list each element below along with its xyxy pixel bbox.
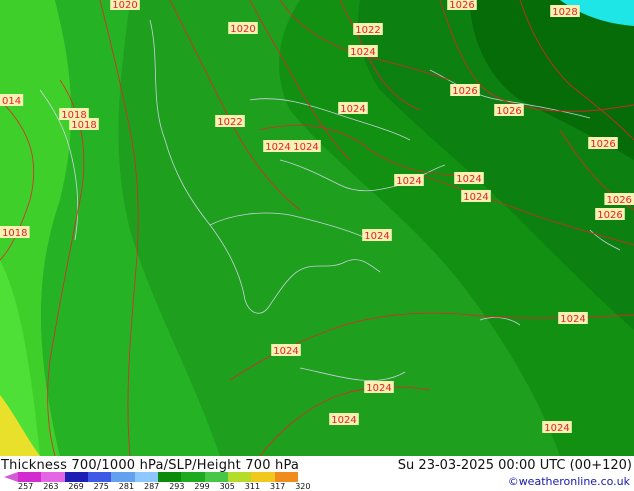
isobar-label-text: 1026	[597, 210, 622, 221]
isobar-label-text: 1026	[590, 139, 615, 150]
isobar-label: 1024	[542, 421, 572, 434]
isobar-label-text: 1024	[350, 47, 375, 58]
isobar-label-text: 014	[2, 96, 21, 107]
isobar-label-text: 1026	[606, 195, 631, 206]
isobar-label-text: 1018	[2, 228, 27, 239]
isobar-label: 1024	[394, 174, 424, 187]
isobar-label-text: 1024	[560, 314, 585, 325]
isobar-label: 1024	[461, 190, 491, 203]
colorbar-arrow	[4, 472, 18, 482]
colorbar-swatch	[251, 472, 275, 482]
isobar-label: 1024	[348, 45, 378, 58]
colorbar-swatch	[157, 472, 182, 482]
isobar-label: 1018	[69, 118, 99, 131]
colorbar-swatch	[227, 472, 252, 482]
weather-map: 1020 1020 1022 1024 1026 1028 014 1018 1018 1022 1…	[0, 0, 634, 456]
isobar-label-text: 1020	[230, 24, 255, 35]
colorbar-swatch	[41, 472, 65, 482]
colorbar	[18, 472, 298, 482]
isobar-label: 1024	[329, 413, 359, 426]
isobar-label: 1020	[228, 22, 258, 35]
valid-datetime: Su 23-03-2025 00:00 UTC (00+120)	[397, 458, 632, 473]
isobar-label: 1024	[362, 229, 392, 242]
isobar-label-text: 1026	[452, 86, 477, 97]
colorbar-swatch	[87, 472, 112, 482]
map-title: Thickness 700/1000 hPa/SLP/Height 700 hP…	[1, 458, 300, 473]
colorbar-swatch	[18, 472, 42, 482]
isobar-label: 1026	[595, 208, 625, 221]
isobar-label: 1024	[271, 344, 301, 357]
credit-link[interactable]: ©weatheronline.co.uk	[508, 475, 630, 488]
isobar-label-text: 1024	[265, 142, 290, 153]
isobar-label-text: 1024	[273, 346, 298, 357]
isobar-label-text: 1020	[112, 0, 137, 11]
isobar-label: 1026	[447, 0, 477, 11]
isobar-label: 1024	[263, 140, 293, 153]
isobar-label-text: 1024	[463, 192, 488, 203]
isobar-label: 1028	[550, 5, 580, 18]
isobar-label-text: 1024	[331, 415, 356, 426]
isobar-label-text: 1024	[364, 231, 389, 242]
colorbar-swatch	[181, 472, 205, 482]
isobar-label: 1024	[364, 381, 394, 394]
isobar-label: 1026	[604, 193, 634, 206]
map-footer: Thickness 700/1000 hPa/SLP/Height 700 hP…	[0, 456, 634, 491]
isobar-label-text: 1024	[396, 176, 421, 187]
isobar-label: 1024	[454, 172, 484, 185]
isobar-label-text: 1024	[366, 383, 391, 394]
isobar-label: 1022	[215, 115, 245, 128]
isobar-label-text: 1024	[544, 423, 569, 434]
isobar-label-text: 1022	[355, 25, 380, 36]
isobar-label: 014	[0, 94, 24, 107]
isobar-label: 1018	[0, 226, 30, 239]
isobar-label-text: 1024	[293, 142, 318, 153]
isobar-label-text: 1026	[496, 106, 521, 117]
isobar-label-text: 1024	[456, 174, 481, 185]
isobar-label: 1026	[450, 84, 480, 97]
isobar-label: 1024	[291, 140, 321, 153]
isobar-label: 1024	[338, 102, 368, 115]
isobar-label: 1022	[353, 23, 383, 36]
isobar-label: 1024	[558, 312, 588, 325]
isobar-label-text: 1028	[552, 7, 577, 18]
colorbar-swatch	[134, 472, 158, 482]
isobar-label: 1026	[494, 104, 524, 117]
colorbar-swatch	[64, 472, 88, 482]
colorbar-swatch	[274, 472, 298, 482]
colorbar-swatch	[204, 472, 228, 482]
isobar-label-text: 1024	[340, 104, 365, 115]
isobar-label: 1026	[588, 137, 618, 150]
isobar-label-text: 1026	[449, 0, 474, 11]
isobar-label-text: 1018	[71, 120, 96, 131]
colorbar-swatch	[111, 472, 135, 482]
isobar-label-text: 1022	[217, 117, 242, 128]
isobar-label: 1020	[110, 0, 140, 11]
